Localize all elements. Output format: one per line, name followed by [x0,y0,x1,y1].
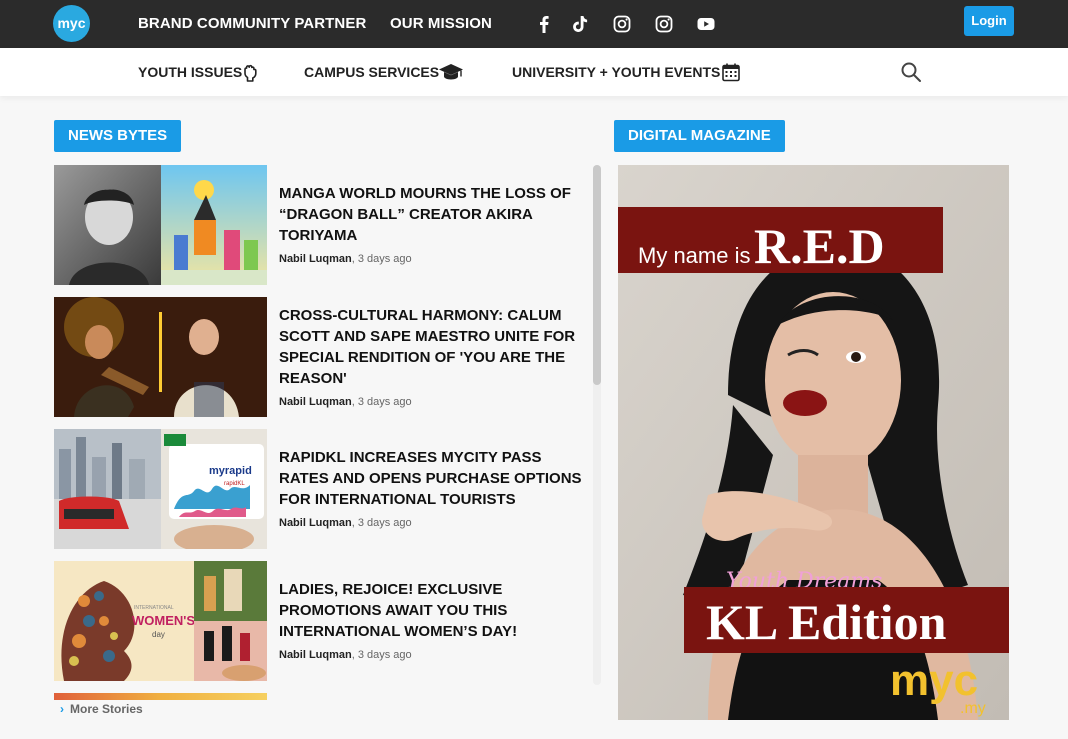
top-bar: myc BRAND COMMUNITY PARTNER OUR MISSION … [0,0,1068,48]
news-byline: Nabil Luqman, 3 days ago [279,517,412,529]
news-time: , 3 days ago [351,396,412,408]
thumb-top-text: INTERNATIONAL [134,605,174,611]
magazine-cover[interactable]: My name is R.E.D Youth Dreams KL Edition… [618,165,1009,720]
thumb-womens-text: WOMEN'S [132,613,195,628]
news-time: , 3 days ago [351,253,412,265]
news-time: , 3 days ago [351,517,412,529]
cover-name-big: R.E.D [754,218,885,274]
sub-nav: YOUTH ISSUES CAMPUS SERVICES UNIVERSITY … [0,48,1068,96]
tiktok-icon[interactable] [570,14,590,34]
news-byline: Nabil Luqman, 3 days ago [279,649,412,661]
facebook-icon[interactable] [534,14,554,34]
fist-icon [244,64,257,82]
thumb-day-text: day [152,630,165,639]
instagram-icon[interactable] [654,14,674,34]
news-author[interactable]: Nabil Luqman [279,517,352,529]
card-brand-sub: rapidKL [224,481,245,487]
card-brand-text: myrapid [209,465,252,477]
news-byline: Nabil Luqman, 3 days ago [279,253,412,265]
more-stories-link[interactable]: › More Stories [60,702,143,716]
next-thumbnail-peek [54,693,267,700]
nav-campus-services[interactable]: CAMPUS SERVICES [304,48,439,96]
calendar-icon [722,63,740,82]
search-icon[interactable] [900,61,922,83]
news-bytes-label[interactable]: NEWS BYTES [54,120,182,152]
news-headline[interactable]: CROSS-CULTURAL HARMONY: CALUM SCOTT AND … [279,305,584,389]
news-thumbnail[interactable] [54,297,267,417]
news-time: , 3 days ago [351,649,412,661]
news-thumbnail[interactable]: myrapid rapidKL [54,429,267,549]
cover-name-small: My name is [638,243,750,268]
chevron-right-icon: › [60,702,64,716]
more-stories-label: More Stories [70,702,143,716]
nav-youth-issues[interactable]: YOUTH ISSUES [138,48,242,96]
graduation-cap-icon [439,64,463,80]
news-author[interactable]: Nabil Luqman [279,649,352,661]
cover-edition: KL Edition [706,594,947,650]
login-button[interactable]: Login [964,6,1014,36]
news-headline[interactable]: RAPIDKL INCREASES MYCITY PASS RATES AND … [279,447,584,510]
news-thumbnail[interactable]: INTERNATIONAL WOMEN'S day [54,561,267,681]
news-headline[interactable]: LADIES, REJOICE! EXCLUSIVE PROMOTIONS AW… [279,579,584,642]
nav-brand-community-partner[interactable]: BRAND COMMUNITY PARTNER [138,0,366,48]
youtube-icon[interactable] [696,14,716,34]
cover-myc-sub: .my [960,700,986,717]
digital-magazine-label[interactable]: DIGITAL MAGAZINE [614,120,785,152]
news-author[interactable]: Nabil Luqman [279,396,352,408]
news-thumbnail[interactable] [54,165,267,285]
instagram-icon[interactable] [612,14,632,34]
nav-our-mission[interactable]: OUR MISSION [390,0,492,48]
news-headline[interactable]: MANGA WORLD MOURNS THE LOSS OF “DRAGON B… [279,183,584,246]
scrollbar-thumb[interactable] [593,165,601,385]
news-author[interactable]: Nabil Luqman [279,253,352,265]
news-byline: Nabil Luqman, 3 days ago [279,396,412,408]
myc-logo[interactable]: myc [53,5,90,42]
cover-myc-logo: myc [890,656,978,705]
nav-university-youth-events[interactable]: UNIVERSITY + YOUTH EVENTS [512,48,720,96]
